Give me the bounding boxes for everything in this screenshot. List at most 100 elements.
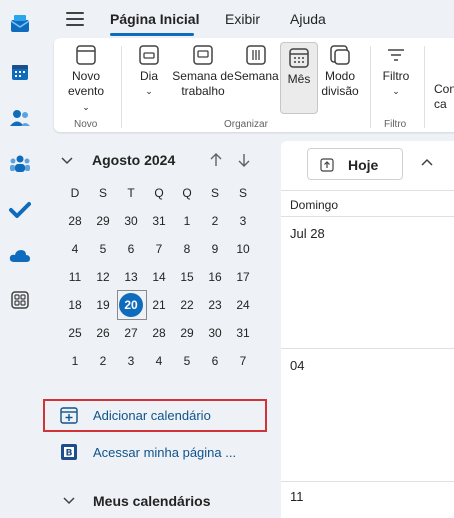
day-view-label: Dia — [139, 69, 158, 83]
mini-calendar-day[interactable]: 24 — [231, 293, 255, 317]
mini-calendar-day[interactable]: 2 — [203, 209, 227, 233]
mini-calendar-day[interactable]: 23 — [203, 293, 227, 317]
work-week-icon — [192, 44, 214, 66]
mini-calendar-day[interactable]: 1 — [63, 349, 87, 373]
mini-calendar-day[interactable]: 18 — [63, 293, 87, 317]
mini-calendar-day[interactable]: 14 — [147, 265, 171, 289]
month-view-button[interactable]: Mês — [280, 42, 318, 114]
mini-calendar-day[interactable]: 7 — [147, 237, 171, 261]
mini-calendar-day[interactable]: 29 — [175, 321, 199, 345]
my-booking-page-link[interactable]: Acessar minha página ... — [93, 445, 236, 460]
previous-period-chevron-icon[interactable] — [421, 158, 433, 168]
mini-calendar-day[interactable]: 26 — [91, 321, 115, 345]
week-view-label: Semana — [234, 69, 279, 83]
mini-calendar-day[interactable]: 30 — [119, 209, 143, 233]
filter-button[interactable]: Filtro ⌄ — [378, 44, 414, 99]
mini-calendar-day[interactable]: 28 — [147, 321, 171, 345]
group-separator — [121, 46, 122, 128]
mini-calendar-month-title[interactable]: Agosto 2024 — [92, 152, 175, 168]
mini-calendar-day[interactable]: 28 — [63, 209, 87, 233]
collapse-chevron-icon[interactable] — [60, 156, 74, 166]
mini-calendar-day[interactable]: 4 — [63, 237, 87, 261]
svg-text:B: B — [66, 449, 73, 459]
mini-calendar-day[interactable]: 31 — [147, 209, 171, 233]
chevron-down-icon: ⌄ — [82, 102, 90, 112]
mini-calendar-day[interactable]: 3 — [231, 209, 255, 233]
weekday-header: S — [210, 186, 219, 200]
group-separator — [370, 46, 371, 128]
mini-calendar-day[interactable]: 16 — [203, 265, 227, 289]
column-header-sunday: Domingo — [290, 198, 339, 212]
mini-calendar-day[interactable]: 8 — [175, 237, 199, 261]
mini-calendar-day[interactable]: 4 — [147, 349, 171, 373]
mini-calendar-day[interactable]: 5 — [175, 349, 199, 373]
mini-calendar-day[interactable]: 11 — [63, 265, 87, 289]
people-icon[interactable] — [8, 106, 32, 130]
tab-help[interactable]: Ajuda — [290, 11, 326, 27]
mini-calendar-day[interactable]: 3 — [119, 349, 143, 373]
selected-day-outline — [117, 290, 147, 320]
day-cell-label[interactable]: 04 — [290, 358, 304, 373]
weekday-header: S — [238, 186, 247, 200]
onedrive-cloud-icon[interactable] — [8, 244, 32, 268]
work-week-label-2: trabalho — [181, 84, 225, 98]
partial-label-2: ca — [434, 97, 447, 111]
week-view-button[interactable]: Semana — [234, 44, 279, 84]
group-separator — [424, 46, 425, 128]
divider — [281, 216, 454, 217]
filter-label: Filtro — [382, 69, 410, 83]
calendar-icon[interactable] — [8, 60, 32, 84]
mini-calendar-day[interactable]: 10 — [231, 237, 255, 261]
calendar-add-icon — [75, 44, 97, 66]
day-cell-label[interactable]: Jul 28 — [290, 226, 325, 241]
tab-home[interactable]: Página Inicial — [110, 11, 199, 27]
hamburger-menu-icon[interactable] — [66, 12, 84, 26]
today-button[interactable]: Hoje — [307, 148, 403, 180]
chevron-down-icon: ⌄ — [392, 86, 400, 96]
weekday-header: Q — [154, 186, 164, 200]
outlook-mail-icon[interactable] — [8, 12, 32, 36]
mini-calendar-day[interactable]: 12 — [91, 265, 115, 289]
month-view-label: Mês — [287, 72, 311, 86]
partial-ribbon-button[interactable]: Con ca — [434, 82, 454, 112]
mini-calendar-day[interactable]: 22 — [175, 293, 199, 317]
add-calendar-icon — [60, 407, 78, 424]
next-month-arrow-icon[interactable] — [237, 153, 251, 167]
tab-view[interactable]: Exibir — [225, 11, 260, 27]
work-week-label-1: Semana de — [172, 69, 234, 83]
mini-calendar-day[interactable]: 6 — [119, 237, 143, 261]
mini-calendar-day[interactable]: 5 — [91, 237, 115, 261]
filter-icon — [385, 44, 407, 66]
mini-calendar-day[interactable]: 7 — [231, 349, 255, 373]
day-cell-label[interactable]: 11 — [290, 489, 304, 504]
day-view-button[interactable]: Dia ⌄ — [134, 44, 164, 99]
mini-calendar-day[interactable]: 15 — [175, 265, 199, 289]
mini-calendar-header: Agosto 2024 — [60, 150, 270, 172]
my-calendars-heading[interactable]: Meus calendários — [93, 493, 211, 509]
work-week-button[interactable]: Semana de trabalho — [172, 44, 234, 99]
top-tab-bar: Página Inicial Exibir Ajuda — [40, 0, 454, 38]
mini-calendar-day[interactable]: 17 — [231, 265, 255, 289]
more-apps-icon[interactable] — [8, 288, 32, 312]
weekday-header: S — [98, 186, 107, 200]
mini-calendar-day[interactable]: 9 — [203, 237, 227, 261]
mini-calendar-day[interactable]: 21 — [147, 293, 171, 317]
todo-check-icon[interactable] — [8, 198, 32, 222]
mini-calendar-day[interactable]: 6 — [203, 349, 227, 373]
mini-calendar-day[interactable]: 29 — [91, 209, 115, 233]
mini-calendar-day[interactable]: 19 — [91, 293, 115, 317]
add-calendar-link[interactable]: Adicionar calendário — [93, 408, 211, 423]
weekday-header: D — [70, 186, 80, 200]
previous-month-arrow-icon[interactable] — [209, 153, 223, 167]
mini-calendar-day[interactable]: 13 — [119, 265, 143, 289]
mini-calendar-day[interactable]: 2 — [91, 349, 115, 373]
teams-groups-icon[interactable] — [8, 152, 32, 176]
mini-calendar-day[interactable]: 31 — [231, 321, 255, 345]
mini-calendar-day[interactable]: 25 — [63, 321, 87, 345]
split-view-button[interactable]: Modo divisão — [320, 44, 360, 99]
new-event-button[interactable]: Novo evento ⌄ — [64, 44, 108, 115]
mini-calendar-day[interactable]: 30 — [203, 321, 227, 345]
collapse-chevron-icon[interactable] — [62, 496, 76, 506]
mini-calendar-day[interactable]: 27 — [119, 321, 143, 345]
mini-calendar-day[interactable]: 1 — [175, 209, 199, 233]
